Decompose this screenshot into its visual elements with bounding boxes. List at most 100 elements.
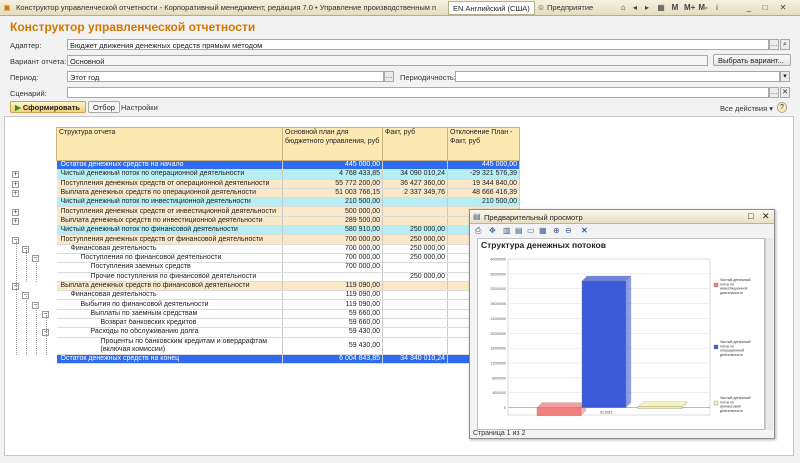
deviation-value: 19 344 840,00 [447, 179, 520, 189]
col-header-deviation: Отклонение План - Факт, руб [447, 127, 520, 161]
preview-close-icon[interactable]: ✕ [762, 211, 770, 222]
adapter-open-icon[interactable]: ⌕ [780, 39, 790, 50]
table-row[interactable]: Расходы по обслуживанию долга 59 430,00 [56, 327, 520, 338]
legend-entry: Чистый денежный поток по инвестиционной дея… [720, 278, 750, 295]
memory-mminus-icon[interactable]: M- [698, 3, 708, 13]
fact-value [382, 262, 448, 273]
table-row[interactable]: Чистый денежный поток по операционной де… [56, 169, 520, 180]
selection-button[interactable]: Отбор [88, 101, 120, 113]
preview-maximize-icon[interactable]: □ [748, 211, 753, 221]
memory-mplus-icon[interactable]: M+ [684, 3, 695, 13]
close-preview-icon[interactable]: ✕ [581, 226, 588, 235]
scenario-field[interactable] [67, 87, 769, 98]
row-name: Остаток денежных средств на конец [56, 354, 283, 364]
print-icon[interactable]: ⎙ [475, 226, 481, 236]
row-name: Финансовая деятельность [56, 244, 283, 254]
all-actions-label: Все действия [720, 104, 768, 113]
periodicity-label: Периодичность: [400, 73, 456, 82]
fact-value: 250 000,00 [382, 225, 448, 236]
tree-line [26, 296, 27, 356]
close-icon[interactable]: ✕ [778, 3, 788, 13]
expand-icon[interactable]: + [12, 190, 19, 198]
scenario-select-button[interactable]: … [769, 87, 779, 98]
table-row[interactable]: Прочие поступления по финансовой деятель… [56, 272, 520, 282]
move-icon[interactable]: ✥ [489, 226, 496, 235]
forward-icon[interactable]: ▸ [642, 3, 652, 13]
table-row[interactable]: Выплаты по заемным средствам 59 660,00 [56, 309, 520, 320]
info-icon[interactable]: i [712, 3, 722, 13]
expand-icon[interactable]: + [12, 208, 19, 216]
table-row[interactable]: Выплата денежных средств по финансовой д… [56, 281, 520, 292]
table-row[interactable]: Поступления денежных средств от инвестиц… [56, 206, 520, 217]
preview-scrollbar[interactable] [765, 238, 773, 430]
y-tick-label: 32000000 [490, 287, 506, 291]
table-row[interactable]: Выплата денежных средств по инвестиционн… [56, 216, 520, 227]
expand-icon[interactable]: + [12, 217, 19, 225]
cashflow-chart: Структура денежных потоков 0 4000000 80000… [481, 240, 750, 417]
table-row[interactable]: Выбытия по финансовой деятельности 119 09… [56, 299, 520, 310]
expand-icon[interactable]: + [12, 180, 19, 188]
row-name: Выбытия по финансовой деятельности [56, 299, 283, 310]
table-row[interactable]: Финансовая деятельность 700 000,00 250 000… [56, 244, 520, 254]
table-row[interactable]: Выплата денежных средств по операционной… [56, 188, 520, 199]
all-actions-menu[interactable]: Все действия ▾ [720, 104, 773, 113]
page-setup-icon[interactable]: ▭ [527, 226, 535, 235]
choose-variant-button[interactable]: Выбрать вариант... [713, 54, 791, 66]
minimize-icon[interactable]: _ [744, 3, 754, 13]
preview-window[interactable]: ▤ Предварительный просмотр □ ✕ ⎙ ✥ ▥ ▤ ▭… [469, 209, 775, 439]
table-row[interactable]: Чистый денежный поток по финансовой деят… [56, 225, 520, 236]
x-tick-label: 01.2011 [600, 411, 612, 415]
home-icon[interactable]: ⌂ [618, 3, 628, 13]
table-row[interactable]: Остаток денежных средств на начало 445 00… [56, 160, 520, 171]
fact-value [382, 318, 448, 329]
calc-icon[interactable]: ▦ [656, 3, 666, 13]
fit-page-icon[interactable]: ▥ [503, 226, 511, 235]
table-row[interactable]: Возврат банковских кредитов 59 660,00 [56, 318, 520, 329]
settings-button[interactable]: Настройки [121, 103, 158, 112]
adapter-field[interactable]: Бюджет движения денежных средств прямым … [67, 39, 769, 50]
periodicity-dropdown-icon[interactable]: ▾ [780, 71, 790, 82]
expand-icon[interactable]: + [12, 171, 19, 179]
bar-top-face [581, 275, 632, 282]
play-icon: ▶ [15, 103, 23, 112]
table-row[interactable]: Чистый денежный поток по инвестиционной … [56, 197, 520, 208]
language-indicator[interactable]: EN Английский (США) [448, 1, 535, 15]
period-field[interactable]: Этот год [67, 71, 384, 82]
maximize-icon[interactable]: □ [760, 3, 770, 13]
scenario-clear-icon[interactable]: ✕ [780, 87, 790, 98]
fit-width-icon[interactable]: ▤ [515, 226, 523, 235]
pages-icon[interactable]: ▦ [539, 226, 547, 235]
help-icon[interactable]: ? [777, 102, 787, 113]
col-header-plan: Основной план для бюджетного управления,… [282, 127, 383, 161]
row-name: Расходы по обслуживанию долга [56, 327, 283, 338]
row-name: Чистый денежный поток по операционной де… [56, 169, 283, 180]
col-header-fact: Факт, руб [382, 127, 448, 161]
row-name: Выплата денежных средств по инвестиционн… [56, 216, 283, 227]
generate-button[interactable]: ▶ Сформировать [10, 101, 86, 113]
back-icon[interactable]: ◂ [630, 3, 640, 13]
plan-value: 500 000,00 [282, 206, 383, 217]
table-row[interactable]: Поступления денежных средств от финансов… [56, 234, 520, 245]
preview-titlebar[interactable]: ▤ Предварительный просмотр □ ✕ [470, 210, 774, 224]
table-row[interactable]: Остаток денежных средств на конец 6 004 8… [56, 354, 520, 364]
legend-entry: Чистый денежный поток по финансовой деятель… [720, 396, 750, 413]
legend-swatch [713, 400, 719, 406]
periodicity-field[interactable] [455, 71, 780, 82]
period-select-button[interactable]: … [384, 71, 394, 82]
user-icon[interactable]: ☺ [536, 3, 546, 13]
table-row[interactable]: Проценты по банковским кредитам и овердр… [56, 337, 520, 355]
table-row[interactable]: Поступления заемных средств 700 000,00 [56, 262, 520, 273]
adapter-select-button[interactable]: … [769, 39, 779, 50]
zoom-in-icon[interactable]: ⊕ [553, 226, 560, 235]
table-row[interactable]: Поступления по финансовой деятельности 70… [56, 253, 520, 264]
fact-value [382, 327, 448, 338]
table-row[interactable]: Поступления денежных средств от операцио… [56, 179, 520, 189]
variant-label: Вариант отчета: [10, 57, 67, 66]
app-icon: ▣ [3, 3, 11, 12]
plan-value: 580 910,00 [282, 225, 383, 236]
memory-m-icon[interactable]: M [670, 3, 680, 13]
plan-value: 700 000,00 [282, 234, 383, 245]
fact-value [382, 160, 448, 171]
table-row[interactable]: Финансовая деятельность 119 090,00 [56, 290, 520, 301]
zoom-out-icon[interactable]: ⊖ [565, 226, 572, 235]
